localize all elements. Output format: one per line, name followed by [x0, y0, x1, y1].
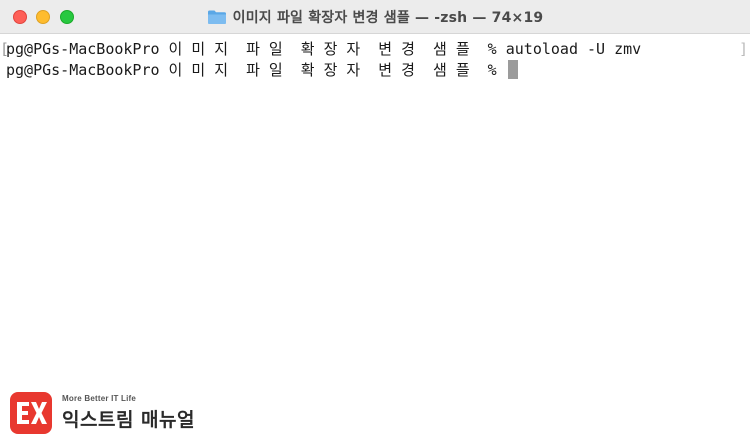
terminal-content[interactable]: [ pg@PGs-MacBookPro 이 미 지 파 일 확 장 자 변 경 …: [0, 35, 750, 445]
terminal-line: pg@PGs-MacBookPro 이 미 지 파 일 확 장 자 변 경 샘 …: [6, 39, 641, 59]
watermark: More Better IT Life 익스트림 매뉴얼: [10, 390, 195, 436]
logo-name: 익스트림 매뉴얼: [62, 409, 195, 431]
title-group: 이미지 파일 확장자 변경 샘플 — -zsh — 74×19: [0, 0, 750, 34]
folder-icon: [207, 9, 227, 25]
terminal-prompt: pg@PGs-MacBookPro 이 미 지 파 일 확 장 자 변 경 샘 …: [6, 61, 506, 79]
logo-tagline: More Better IT Life: [62, 394, 137, 403]
terminal-line-text: pg@PGs-MacBookPro 이 미 지 파 일 확 장 자 변 경 샘 …: [6, 40, 642, 58]
scroll-bracket-right: ]: [738, 40, 748, 58]
terminal-line: pg@PGs-MacBookPro 이 미 지 파 일 확 장 자 변 경 샘 …: [6, 60, 518, 80]
title-bar[interactable]: 이미지 파일 확장자 변경 샘플 — -zsh — 74×19: [0, 0, 750, 34]
ex-logo-icon: [10, 392, 52, 434]
window-title: 이미지 파일 확장자 변경 샘플 — -zsh — 74×19: [232, 10, 544, 26]
logo-text: More Better IT Life 익스트림 매뉴얼: [62, 394, 195, 432]
terminal-window: 이미지 파일 확장자 변경 샘플 — -zsh — 74×19 [ pg@PGs…: [0, 0, 750, 445]
text-cursor: [507, 60, 518, 79]
